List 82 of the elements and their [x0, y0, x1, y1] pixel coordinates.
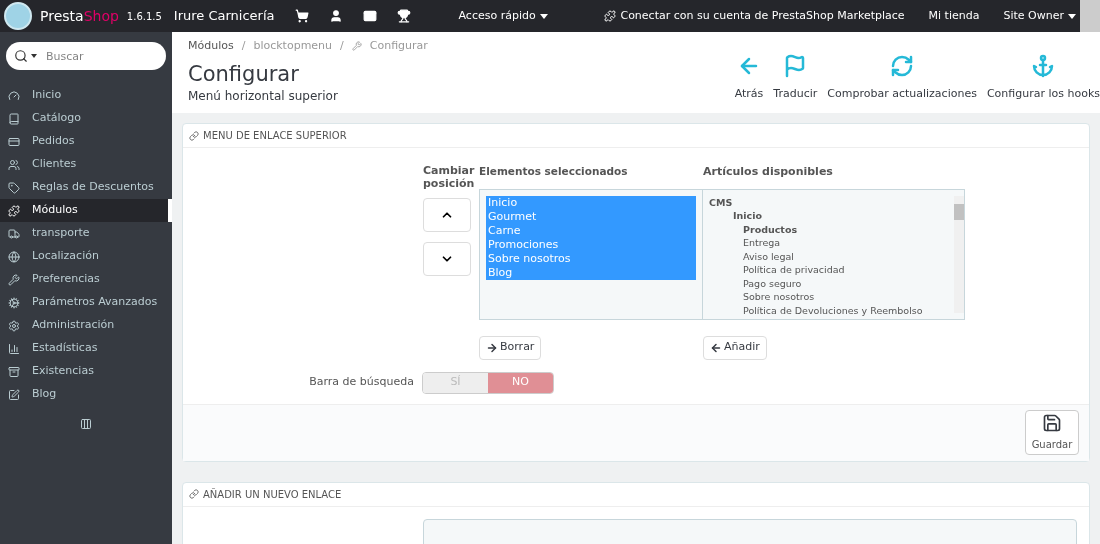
menu-icon	[8, 388, 20, 401]
anchor-icon	[1031, 54, 1056, 78]
sidebar-item[interactable]: Clientes	[0, 153, 172, 176]
sidebar-item[interactable]: Reglas de Descuentos	[0, 176, 172, 199]
list-option[interactable]: Sobre nosotros	[703, 290, 954, 304]
save-icon	[1042, 413, 1062, 433]
list-option[interactable]: Aviso legal	[703, 249, 954, 263]
arrow-left-icon	[710, 341, 722, 354]
avatar-placeholder	[1080, 0, 1100, 32]
sidebar-item[interactable]: Inicio	[0, 84, 172, 107]
list-option[interactable]: Política de Devoluciones y Reembolso	[703, 303, 954, 317]
caret-icon	[539, 13, 548, 19]
panel-title: AÑADIR UN NUEVO ENLACE	[203, 487, 342, 502]
list-option[interactable]: Inicio	[703, 209, 954, 223]
search-icon	[14, 49, 28, 63]
refresh-icon	[890, 54, 915, 78]
save-button[interactable]: Guardar	[1025, 410, 1079, 455]
list-option[interactable]: CMS	[703, 195, 954, 209]
menu-icon	[8, 227, 20, 240]
sidebar-item[interactable]: Localización	[0, 245, 172, 268]
sidebar-item[interactable]: Catálogo	[0, 107, 172, 130]
version-label: 1.6.1.5	[126, 9, 162, 24]
input-field[interactable]	[423, 518, 1077, 544]
breadcrumb-separator: /	[340, 38, 344, 54]
menu-icon	[8, 273, 20, 286]
remove-button[interactable]: Borrar	[479, 335, 542, 360]
arrow-right-icon	[486, 341, 498, 354]
page-subtitle: Menú horizontal superior	[188, 87, 339, 105]
menu-icon	[8, 296, 20, 309]
link-icon	[189, 130, 199, 141]
search-field[interactable]: Buscar	[6, 42, 166, 70]
selected-items-label: Elementos seleccionados	[479, 164, 629, 179]
sidebar-item[interactable]: transporte	[0, 222, 172, 245]
wrench-icon	[351, 41, 362, 52]
toolbar-button[interactable]: Traducir	[773, 54, 818, 113]
sidebar-item[interactable]: Módulos	[0, 199, 172, 222]
field-label: Barra de búsqueda	[308, 374, 414, 391]
sidebar-item[interactable]: Existencias	[0, 360, 172, 383]
menu-icon	[8, 158, 20, 171]
available-items-label: Artículos disponibles	[703, 164, 833, 180]
list-option[interactable]: Pago seguro	[703, 276, 954, 290]
sidebar-item[interactable]: Estadísticas	[0, 337, 172, 360]
sidebar-item[interactable]: Administración	[0, 314, 172, 337]
page-title: Configurar	[188, 60, 300, 87]
add-button[interactable]: Añadir	[703, 335, 767, 360]
menu-icon	[8, 135, 20, 148]
puzzle-icon	[604, 10, 617, 22]
my-shop-link[interactable]: Mi tienda	[928, 7, 980, 25]
menu-icon	[8, 204, 20, 217]
sidebar-item[interactable]: Preferencias	[0, 268, 172, 291]
breadcrumb-separator: /	[241, 38, 246, 54]
toolbar-button[interactable]: Configurar los hooks	[986, 54, 1100, 113]
menu-icon	[8, 319, 20, 332]
cart-icon[interactable]	[294, 9, 309, 23]
toolbar-button[interactable]: Comprobar actualizaciones	[827, 54, 977, 113]
breadcrumb-link[interactable]: Módulos	[188, 38, 234, 55]
menu-icon	[8, 365, 20, 378]
menu-icon	[8, 89, 20, 102]
menu-icon	[8, 342, 20, 355]
sidebar-item[interactable]: Blog	[0, 383, 172, 406]
logo-icon	[4, 2, 32, 30]
sidebar-item[interactable]: Pedidos	[0, 130, 172, 153]
link-icon	[189, 489, 199, 499]
scrollbar[interactable]	[954, 195, 964, 313]
shop-name[interactable]: Irure Carnicería	[173, 6, 275, 26]
list-option[interactable]: Entrega	[703, 236, 954, 250]
sidebar-item[interactable]: Parámetros Avanzados	[0, 291, 172, 314]
list-option[interactable]: Política de privacidad	[703, 263, 954, 277]
menu-icon	[8, 250, 20, 263]
collapse-icon[interactable]	[80, 418, 92, 430]
list-option[interactable]: Productos	[703, 222, 954, 236]
marketplace-link[interactable]: Conectar con su cuenta de PrestaShop Marketplace	[604, 7, 905, 25]
menu-icon	[8, 181, 20, 194]
trophy-icon[interactable]	[396, 9, 411, 23]
toolbar-button[interactable]: Atrás	[734, 54, 764, 113]
user-icon[interactable]	[328, 9, 343, 23]
panel-title: MENU DE ENLACE SUPERIOR	[203, 129, 347, 143]
quick-access-menu[interactable]: Acceso rápido	[458, 7, 548, 25]
caret-icon	[31, 54, 37, 58]
available-items-list[interactable]: CMS Inicio Productos Entrega Aviso legal Política de privacidad Pago seguro Sobre nosotros Política de Devoluciones y Reembolso	[703, 188, 965, 320]
menu-icon	[8, 112, 20, 125]
brand-name: PrestaShop	[40, 6, 119, 26]
